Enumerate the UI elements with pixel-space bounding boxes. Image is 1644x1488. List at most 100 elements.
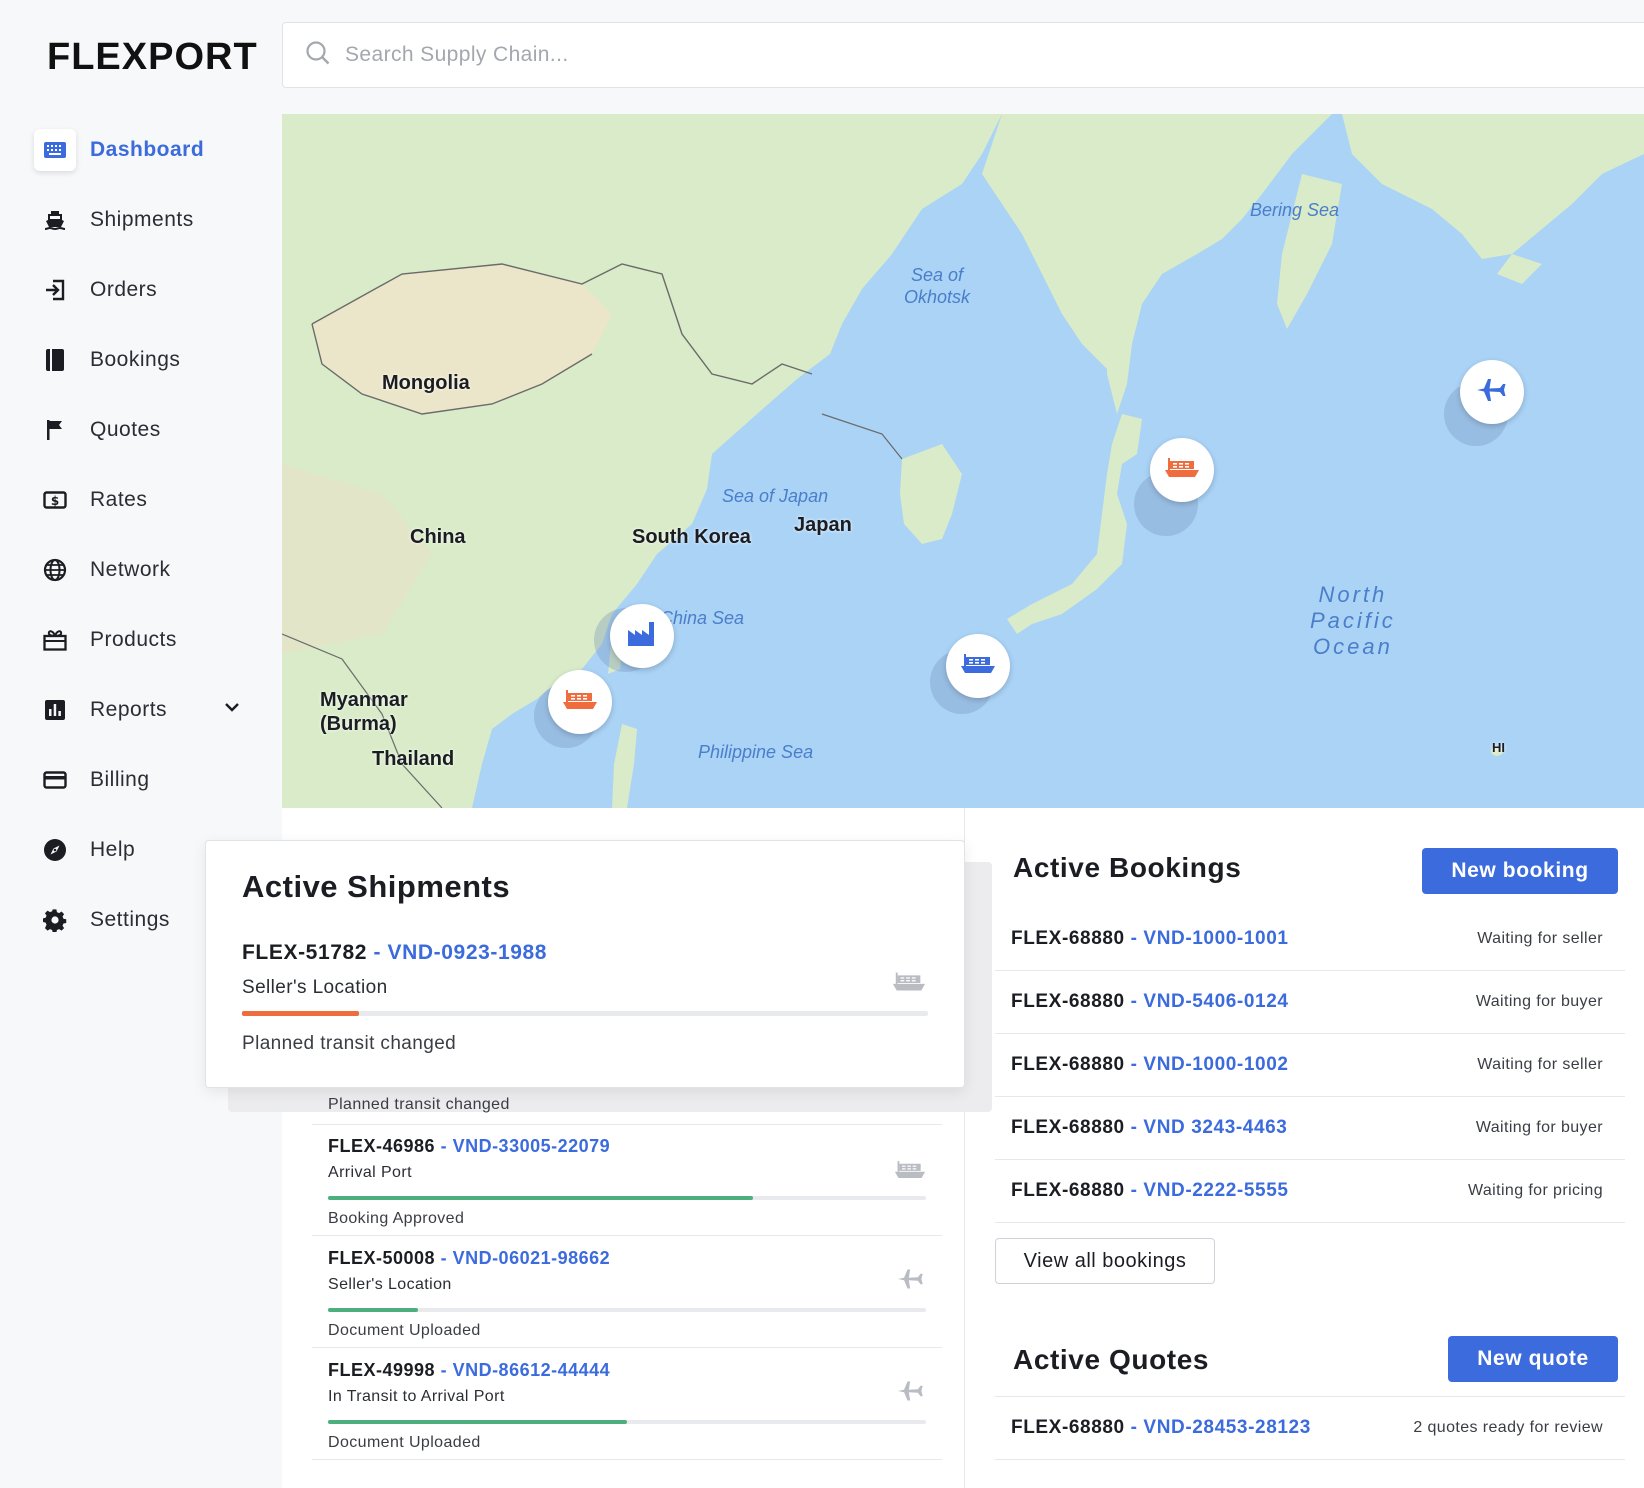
factory-marker[interactable] [610,604,674,668]
shipment-status: Document Uploaded [328,1322,481,1339]
booking-title: FLEX-68880 - VND 3243-4463 [1011,1117,1288,1138]
plane-marker[interactable] [1460,360,1524,424]
booking-title: FLEX-68880 - VND-2222-5555 [1011,1180,1289,1201]
shipment-progress [328,1308,926,1312]
booking-row[interactable]: FLEX-68880 - VND 3243-4463 Waiting for b… [995,1097,1625,1160]
shipment-title: FLEX-49998 - VND-86612-44444 [328,1360,611,1380]
sidebar-item-shipments[interactable]: Shipments [34,198,254,242]
shipment-progress-fill [328,1196,753,1200]
active-quotes-title: Active Quotes [1013,1344,1210,1375]
map-label-hawaii: HI [1492,740,1505,755]
new-booking-button[interactable]: New booking [1422,848,1618,894]
sidebar: FLEXPORT Dashboard Shipments Orders Book… [0,0,282,1488]
dollar-bill-icon: $ [34,479,76,521]
globe-icon [34,549,76,591]
shipment-location: In Transit to Arrival Port [328,1388,505,1405]
sidebar-item-label: Settings [90,908,170,931]
search-icon [305,40,331,71]
active-shipments-card[interactable]: Active Shipments FLEX-51782 - VND-0923-1… [205,840,965,1088]
map-label-china: China [410,526,466,548]
ship-marker-blue[interactable] [946,634,1010,698]
active-bookings-title: Active Bookings [1013,852,1242,883]
map-label-philippine-sea: Philippine Sea [698,742,814,762]
shipment-location: Seller's Location [328,1276,452,1293]
ship-marker-orange[interactable] [1150,438,1214,502]
keyboard-icon [34,129,76,171]
quote-status: 2 quotes ready for review [1413,1419,1603,1436]
sidebar-item-label: Billing [90,768,150,791]
flag-icon [34,409,76,451]
flexport-logo[interactable]: FLEXPORT [47,36,258,79]
sidebar-item-network[interactable]: Network [34,548,254,592]
booking-row[interactable]: FLEX-68880 - VND-5406-0124 Waiting for b… [995,971,1625,1034]
gear-icon [34,899,76,941]
quote-row[interactable]: FLEX-68880 - VND-28453-28123 2 quotes re… [995,1397,1625,1460]
shipment-status: Booking Approved [328,1210,465,1227]
ship-icon [894,1160,926,1185]
sidebar-item-label: Dashboard [90,138,205,161]
search-input[interactable] [345,43,1245,67]
plane-icon [896,1378,926,1409]
sidebar-item-reports[interactable]: Reports [34,688,254,732]
sidebar-item-products[interactable]: Products [34,618,254,662]
shipment-progress [328,1196,926,1200]
shipment-title: FLEX-46986 - VND-33005-22079 [328,1136,611,1156]
view-all-bookings-button[interactable]: View all bookings [995,1238,1215,1284]
shipment-row[interactable]: FLEX-49998 - VND-86612-44444 In Transit … [312,1348,942,1460]
shipment-status: Planned transit changed [242,1033,457,1054]
shipment-title: FLEX-51782 - VND-0923-1988 [242,941,548,964]
sidebar-item-rates[interactable]: $ Rates [34,478,254,522]
shipment-location: Seller's Location [242,977,388,998]
sidebar-item-billing[interactable]: Billing [34,758,254,802]
sidebar-item-label: Bookings [90,348,181,371]
ship-marker-orange[interactable] [548,670,612,734]
booking-status: Waiting for buyer [1475,993,1603,1010]
booking-row[interactable]: FLEX-68880 - VND-1000-1002 Waiting for s… [995,1034,1625,1097]
booking-row[interactable]: FLEX-68880 - VND-1000-1001 Waiting for s… [995,908,1625,971]
sidebar-item-label: Products [90,628,177,651]
svg-text:$: $ [51,494,59,508]
new-quote-button[interactable]: New quote [1448,1336,1618,1382]
shipment-map[interactable]: Mongolia China South Korea Japan Myanmar… [282,114,1644,808]
booking-status: Waiting for buyer [1475,1119,1603,1136]
booking-title: FLEX-68880 - VND-5406-0124 [1011,991,1289,1012]
shipment-row[interactable]: FLEX-50008 - VND-06021-98662 Seller's Lo… [312,1236,942,1348]
credit-card-icon [34,759,76,801]
sidebar-item-bookings[interactable]: Bookings [34,338,254,382]
sidebar-item-label: Network [90,558,171,581]
map-label-sea-of-japan: Sea of Japan [722,486,829,506]
map-label-mongolia: Mongolia [382,372,470,394]
search-bar [282,22,1644,88]
plane-icon [1475,375,1509,410]
active-shipments-title: Active Shipments [242,869,511,904]
shipment-location: Arrival Port [328,1164,412,1181]
shipment-row[interactable]: FLEX-46986 - VND-33005-22079 Arrival Por… [312,1124,942,1236]
chevron-down-icon[interactable] [224,700,240,718]
shipment-status: Document Uploaded [328,1434,481,1451]
map-label-myanmar: Myanmar (Burma) [320,689,408,735]
sidebar-item-label: Orders [90,278,158,301]
sidebar-item-label: Quotes [90,418,161,441]
booking-status: Waiting for seller [1477,1056,1603,1073]
ship-icon [892,971,926,998]
sidebar-item-quotes[interactable]: Quotes [34,408,254,452]
map-label-japan: Japan [794,514,852,536]
sign-in-icon [34,269,76,311]
ship-icon [1164,457,1200,484]
bar-chart-icon [34,689,76,731]
sidebar-item-label: Rates [90,488,148,511]
quote-title: FLEX-68880 - VND-28453-28123 [1011,1417,1311,1438]
compass-icon [34,829,76,871]
sidebar-item-label: Reports [90,698,168,721]
booking-row[interactable]: FLEX-68880 - VND-2222-5555 Waiting for p… [995,1160,1625,1223]
shipment-status: Planned transit changed [328,1096,510,1113]
sidebar-item-dashboard[interactable]: Dashboard [34,128,254,172]
factory-icon [626,620,658,653]
booking-title: FLEX-68880 - VND-1000-1002 [1011,1054,1289,1075]
shipment-title: FLEX-50008 - VND-06021-98662 [328,1248,611,1268]
ship-icon [34,199,76,241]
sidebar-item-orders[interactable]: Orders [34,268,254,312]
sidebar-item-label: Shipments [90,208,194,231]
map-label-sea-of-okhotsk: Sea of Okhotsk [904,265,971,307]
booking-title: FLEX-68880 - VND-1000-1001 [1011,928,1289,949]
